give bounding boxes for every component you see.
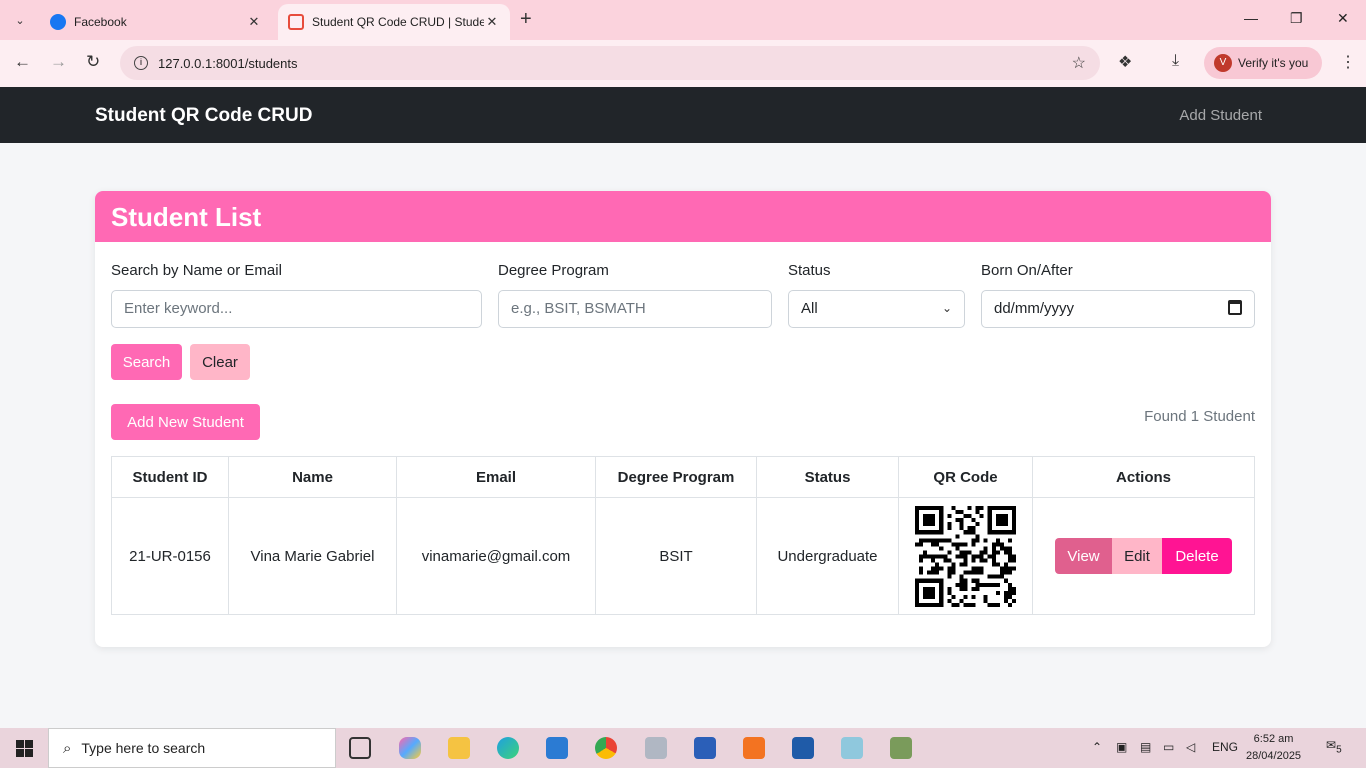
tab-student-qr[interactable]: Student QR Code CRUD | Stude ✕ xyxy=(278,4,510,40)
chrome-icon[interactable] xyxy=(595,737,617,759)
born-label: Born On/After xyxy=(981,262,1073,279)
tab-title: Facebook xyxy=(74,15,127,29)
window-close-icon[interactable]: ✕ xyxy=(1337,10,1349,27)
search-input[interactable]: Enter keyword... xyxy=(111,290,482,328)
status-label: Status xyxy=(788,262,831,279)
degree-input[interactable]: e.g., BSIT, BSMATH xyxy=(498,290,772,328)
powershell-icon[interactable] xyxy=(792,737,814,759)
th-actions: Actions xyxy=(1032,456,1255,498)
clear-button[interactable]: Clear xyxy=(190,344,250,380)
system-clock[interactable]: 6:52 am 28/04/2025 xyxy=(1246,731,1301,765)
verify-label: Verify it's you xyxy=(1238,56,1309,70)
windows-start-icon[interactable] xyxy=(16,740,33,757)
xampp-icon[interactable] xyxy=(743,737,765,759)
search-button[interactable]: Search xyxy=(111,344,182,380)
delete-button[interactable]: Delete xyxy=(1162,538,1232,574)
tab-title: Student QR Code CRUD | Stude xyxy=(312,15,484,29)
notification-icon[interactable]: ✉5 xyxy=(1326,738,1342,755)
cell-email: vinamarie@gmail.com xyxy=(396,497,596,615)
app-icon[interactable] xyxy=(841,737,863,759)
vscode-icon[interactable] xyxy=(546,737,568,759)
search-icon: ⌕ xyxy=(63,739,72,757)
profile-verify-button[interactable]: V Verify it's you xyxy=(1204,47,1322,79)
cell-actions: View Edit Delete xyxy=(1032,497,1255,615)
app-window-icon[interactable] xyxy=(645,737,667,759)
th-status: Status xyxy=(756,456,899,498)
bookmark-star-icon[interactable]: ☆ xyxy=(1072,53,1086,73)
calendar-icon[interactable] xyxy=(1228,300,1242,315)
cell-qr xyxy=(898,497,1033,615)
tray-app-icon[interactable]: ▣ xyxy=(1116,740,1127,754)
forward-icon[interactable]: → xyxy=(50,52,67,72)
file-explorer-icon[interactable] xyxy=(448,737,470,759)
windows-taskbar: ⌕ Type here to search ⌃ ▣ ▤ ▭ ◁ ENG 6:52… xyxy=(0,728,1366,768)
network-icon[interactable]: ▤ xyxy=(1140,740,1151,754)
browser-toolbar: ← → ↻ i 127.0.0.1:8001/students ☆ ❖ ⤓ V … xyxy=(0,40,1366,87)
results-count: Found 1 Student xyxy=(1144,408,1255,425)
students-table: Student ID Name Email Degree Program Sta… xyxy=(111,456,1255,615)
table-header-row: Student ID Name Email Degree Program Sta… xyxy=(111,456,1255,498)
navbar-brand[interactable]: Student QR Code CRUD xyxy=(95,105,312,127)
degree-label: Degree Program xyxy=(498,262,609,279)
th-degree: Degree Program xyxy=(595,456,757,498)
chevron-down-icon: ⌄ xyxy=(941,301,952,315)
th-qr: QR Code xyxy=(898,456,1033,498)
status-select[interactable]: All ⌄ xyxy=(788,290,965,328)
word-icon[interactable] xyxy=(694,737,716,759)
edge-icon[interactable] xyxy=(497,737,519,759)
language-indicator[interactable]: ENG xyxy=(1212,740,1238,754)
nav-add-student-link[interactable]: Add Student xyxy=(1179,107,1262,124)
action-button-group: View Edit Delete xyxy=(1055,538,1232,574)
clock-date: 28/04/2025 xyxy=(1246,750,1302,762)
avatar: V xyxy=(1214,54,1232,72)
view-button[interactable]: View xyxy=(1055,538,1112,574)
date-placeholder: dd/mm/yyyy xyxy=(994,300,1075,317)
restore-icon[interactable]: ❐ xyxy=(1290,10,1303,27)
th-email: Email xyxy=(396,456,596,498)
student-list-card: Student List Search by Name or Email Ent… xyxy=(95,191,1271,647)
task-view-icon[interactable] xyxy=(349,737,371,759)
site-info-icon[interactable]: i xyxy=(134,56,148,70)
reload-icon[interactable]: ↻ xyxy=(86,52,100,72)
address-bar[interactable]: i 127.0.0.1:8001/students ☆ xyxy=(120,46,1100,80)
th-student-id: Student ID xyxy=(111,456,229,498)
extensions-icon[interactable]: ❖ xyxy=(1118,52,1132,72)
app-navbar: Student QR Code CRUD Add Student xyxy=(0,87,1366,143)
minimize-icon[interactable]: — xyxy=(1244,10,1258,26)
card-title: Student List xyxy=(95,191,1271,242)
clock-time: 6:52 am xyxy=(1253,733,1294,745)
add-new-student-button[interactable]: Add New Student xyxy=(111,404,260,440)
notification-count: 5 xyxy=(1336,744,1342,756)
tray-chevron-up-icon[interactable]: ⌃ xyxy=(1092,740,1102,754)
cell-degree: BSIT xyxy=(595,497,757,615)
copilot-icon[interactable] xyxy=(399,737,421,759)
status-value: All xyxy=(801,300,818,317)
download-icon[interactable]: ⤓ xyxy=(1172,52,1179,70)
cell-status: Undergraduate xyxy=(756,497,899,615)
url-text: 127.0.0.1:8001/students xyxy=(158,55,298,71)
taskbar-search-box[interactable]: ⌕ Type here to search xyxy=(48,728,336,768)
cell-student-id: 21-UR-0156 xyxy=(111,497,229,615)
cell-name: Vina Marie Gabriel xyxy=(228,497,397,615)
close-icon[interactable]: ✕ xyxy=(484,14,500,30)
close-icon[interactable]: ✕ xyxy=(246,14,262,30)
table-row: 21-UR-0156 Vina Marie Gabriel vinamarie@… xyxy=(111,497,1255,615)
browser-tab-strip: ⌄ Facebook ✕ Student QR Code CRUD | Stud… xyxy=(0,0,1366,40)
volume-icon[interactable]: ◁ xyxy=(1186,740,1195,754)
app-icon-2[interactable] xyxy=(890,737,912,759)
taskbar-search-placeholder: Type here to search xyxy=(81,740,206,756)
qr-code-image xyxy=(915,505,1016,607)
tab-search-chevron-icon[interactable]: ⌄ xyxy=(6,6,34,34)
new-tab-icon[interactable]: + xyxy=(520,8,532,31)
th-name: Name xyxy=(228,456,397,498)
search-label: Search by Name or Email xyxy=(111,262,282,279)
more-menu-icon[interactable]: ⋮ xyxy=(1340,52,1356,72)
edit-button[interactable]: Edit xyxy=(1112,538,1162,574)
facebook-favicon-icon xyxy=(50,14,66,30)
tab-facebook[interactable]: Facebook ✕ xyxy=(40,4,272,40)
back-icon[interactable]: ← xyxy=(14,52,31,72)
battery-icon[interactable]: ▭ xyxy=(1163,740,1174,754)
born-date-input[interactable]: dd/mm/yyyy xyxy=(981,290,1255,328)
laravel-favicon-icon xyxy=(288,14,304,30)
